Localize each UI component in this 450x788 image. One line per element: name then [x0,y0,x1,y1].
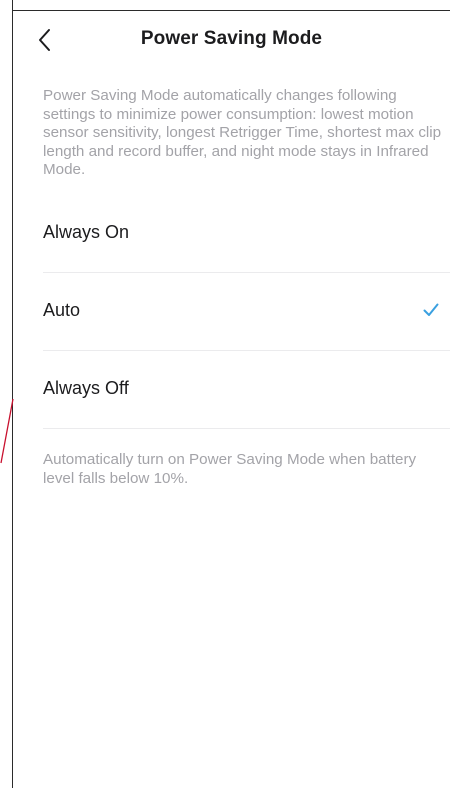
option-always-off[interactable]: Always Off [13,351,450,429]
battery-threshold-note: Automatically turn on Power Saving Mode … [43,451,417,487]
option-label: Always Off [43,378,129,398]
power-saving-mode-screen: Power Saving Mode Power Saving Mode auto… [0,0,450,788]
mode-description: Power Saving Mode automatically changes … [43,87,442,179]
option-auto[interactable]: Auto [13,273,450,351]
divider [43,428,450,429]
checkmark-icon [423,303,439,316]
navigation-bar: Power Saving Mode [13,11,450,69]
option-always-on[interactable]: Always On [13,195,450,273]
power-mode-options: Always On Auto Always Off [13,195,450,429]
page-title: Power Saving Mode [140,28,323,49]
red-annotation-arc [0,398,14,464]
option-label: Auto [43,300,81,320]
option-label: Always On [43,222,130,242]
